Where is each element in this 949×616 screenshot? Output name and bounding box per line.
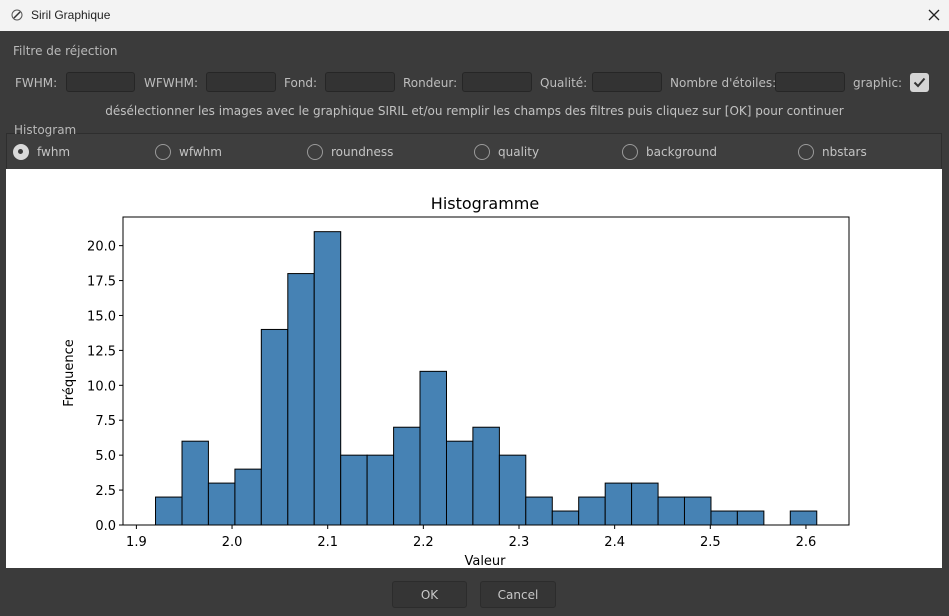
rondeur-field[interactable]: [462, 72, 532, 92]
radio-quality-dot: [474, 144, 490, 160]
qualite-label: Qualité:: [540, 76, 588, 90]
histogram-bar: [657, 496, 685, 526]
y-tick-label: 5.0: [95, 449, 116, 464]
graphic-checkbox[interactable]: [910, 73, 929, 92]
histogram-frame-label: Histogram: [14, 123, 77, 137]
cancel-button[interactable]: Cancel: [480, 581, 556, 608]
y-tick-label: 0.0: [95, 519, 116, 534]
histogram-bar: [551, 510, 580, 526]
histogram-bar: [260, 328, 289, 526]
histogram-chart: Histogramme Valeur Fréquence 1.9 2.0 2.1 2.…: [62, 194, 850, 568]
y-axis-label: Fréquence: [62, 339, 77, 406]
check-icon: [913, 77, 926, 88]
ok-button[interactable]: OK: [392, 581, 467, 608]
x-tick-label: 2.2: [413, 535, 434, 550]
x-tick-label: 2.6: [796, 535, 817, 550]
radio-wfwhm-dot: [155, 144, 171, 160]
histogram-bar: [604, 482, 633, 526]
qualite-field[interactable]: [592, 72, 662, 92]
x-tick-label: 2.1: [317, 535, 338, 550]
radio-wfwhm-label: wfwhm: [179, 145, 222, 159]
histogram-bar: [234, 468, 262, 526]
histogram-bar: [578, 496, 606, 526]
rejection-filters: FWHM: WFWHM: Fond: Rondeur: Qualité: Nom…: [0, 72, 949, 94]
histogram-bar: [472, 426, 500, 526]
histogram-bar: [525, 496, 553, 526]
nbstars-field[interactable]: [775, 72, 845, 92]
radio-quality-label: quality: [498, 145, 540, 159]
fond-label: Fond:: [284, 76, 318, 90]
radio-wfwhm[interactable]: wfwhm: [155, 144, 225, 162]
histogram-bar: [207, 482, 236, 526]
window-title: Siril Graphique: [31, 8, 111, 22]
histogram-bar: [445, 440, 474, 526]
title-bar: Siril Graphique: [0, 0, 949, 31]
histogram-bar: [498, 454, 527, 526]
radio-nbstars[interactable]: nbstars: [798, 144, 868, 162]
histogram-bar: [789, 510, 818, 526]
histogram-bar: [181, 440, 209, 526]
fwhm-field[interactable]: [66, 72, 135, 92]
x-tick-label: 2.5: [700, 535, 721, 550]
x-tick-label: 2.3: [509, 535, 530, 550]
histogram-bar: [393, 426, 421, 526]
y-tick-label: 10.0: [87, 379, 116, 394]
fwhm-label: FWHM:: [15, 76, 58, 90]
y-tick-label: 15.0: [87, 309, 116, 324]
histogram-bar: [631, 482, 659, 526]
instruction-text: désélectionner les images avec le graphi…: [105, 104, 844, 118]
y-tick-label: 20.0: [87, 240, 116, 255]
histogram-bar: [710, 510, 738, 526]
histogram-bar: [736, 510, 765, 526]
radio-roundness-label: roundness: [331, 145, 394, 159]
radio-fwhm-label: fwhm: [37, 145, 71, 159]
histogram-bar: [287, 273, 315, 526]
histogram-bar: [419, 370, 447, 526]
radio-fwhm[interactable]: fwhm: [13, 144, 83, 162]
y-tick-label: 2.5: [95, 484, 116, 499]
histogram-bar: [366, 454, 395, 526]
y-tick-label: 17.5: [87, 275, 116, 290]
radio-background[interactable]: background: [622, 144, 717, 162]
radio-quality[interactable]: quality: [474, 144, 544, 162]
wfwhm-label: WFWHM:: [144, 76, 199, 90]
chart-title: Histogramme: [431, 194, 539, 213]
rejection-frame-label: Filtre de réjection: [13, 44, 118, 58]
histogram-bar: [313, 231, 342, 526]
histogram-plot: Histogramme Valeur Fréquence 1.9 2.0 2.1 2.…: [6, 169, 942, 568]
radio-nbstars-label: nbstars: [822, 145, 867, 159]
x-axis-label: Valeur: [464, 554, 506, 568]
radio-fwhm-dot: [13, 144, 29, 160]
radio-roundness[interactable]: roundness: [307, 144, 397, 162]
x-tick-label: 2.0: [222, 535, 243, 550]
x-tick-label: 2.4: [604, 535, 625, 550]
siril-icon: [11, 9, 23, 21]
radio-roundness-dot: [307, 144, 323, 160]
radio-background-label: background: [646, 145, 717, 159]
y-tick-label: 7.5: [95, 414, 116, 429]
fond-field[interactable]: [325, 72, 395, 92]
radio-background-dot: [622, 144, 638, 160]
histogram-bar: [340, 454, 368, 526]
rondeur-label: Rondeur:: [403, 76, 458, 90]
histogram-bar: [155, 496, 183, 526]
wfwhm-field[interactable]: [206, 72, 276, 92]
radio-nbstars-dot: [798, 144, 814, 160]
y-tick-label: 12.5: [87, 344, 116, 359]
nbstars-label: Nombre d'étoiles:: [670, 76, 777, 90]
graphic-label: graphic:: [853, 76, 903, 90]
x-tick-label: 1.9: [126, 535, 147, 550]
histogram-bar: [683, 496, 712, 526]
close-icon[interactable]: [926, 7, 942, 23]
